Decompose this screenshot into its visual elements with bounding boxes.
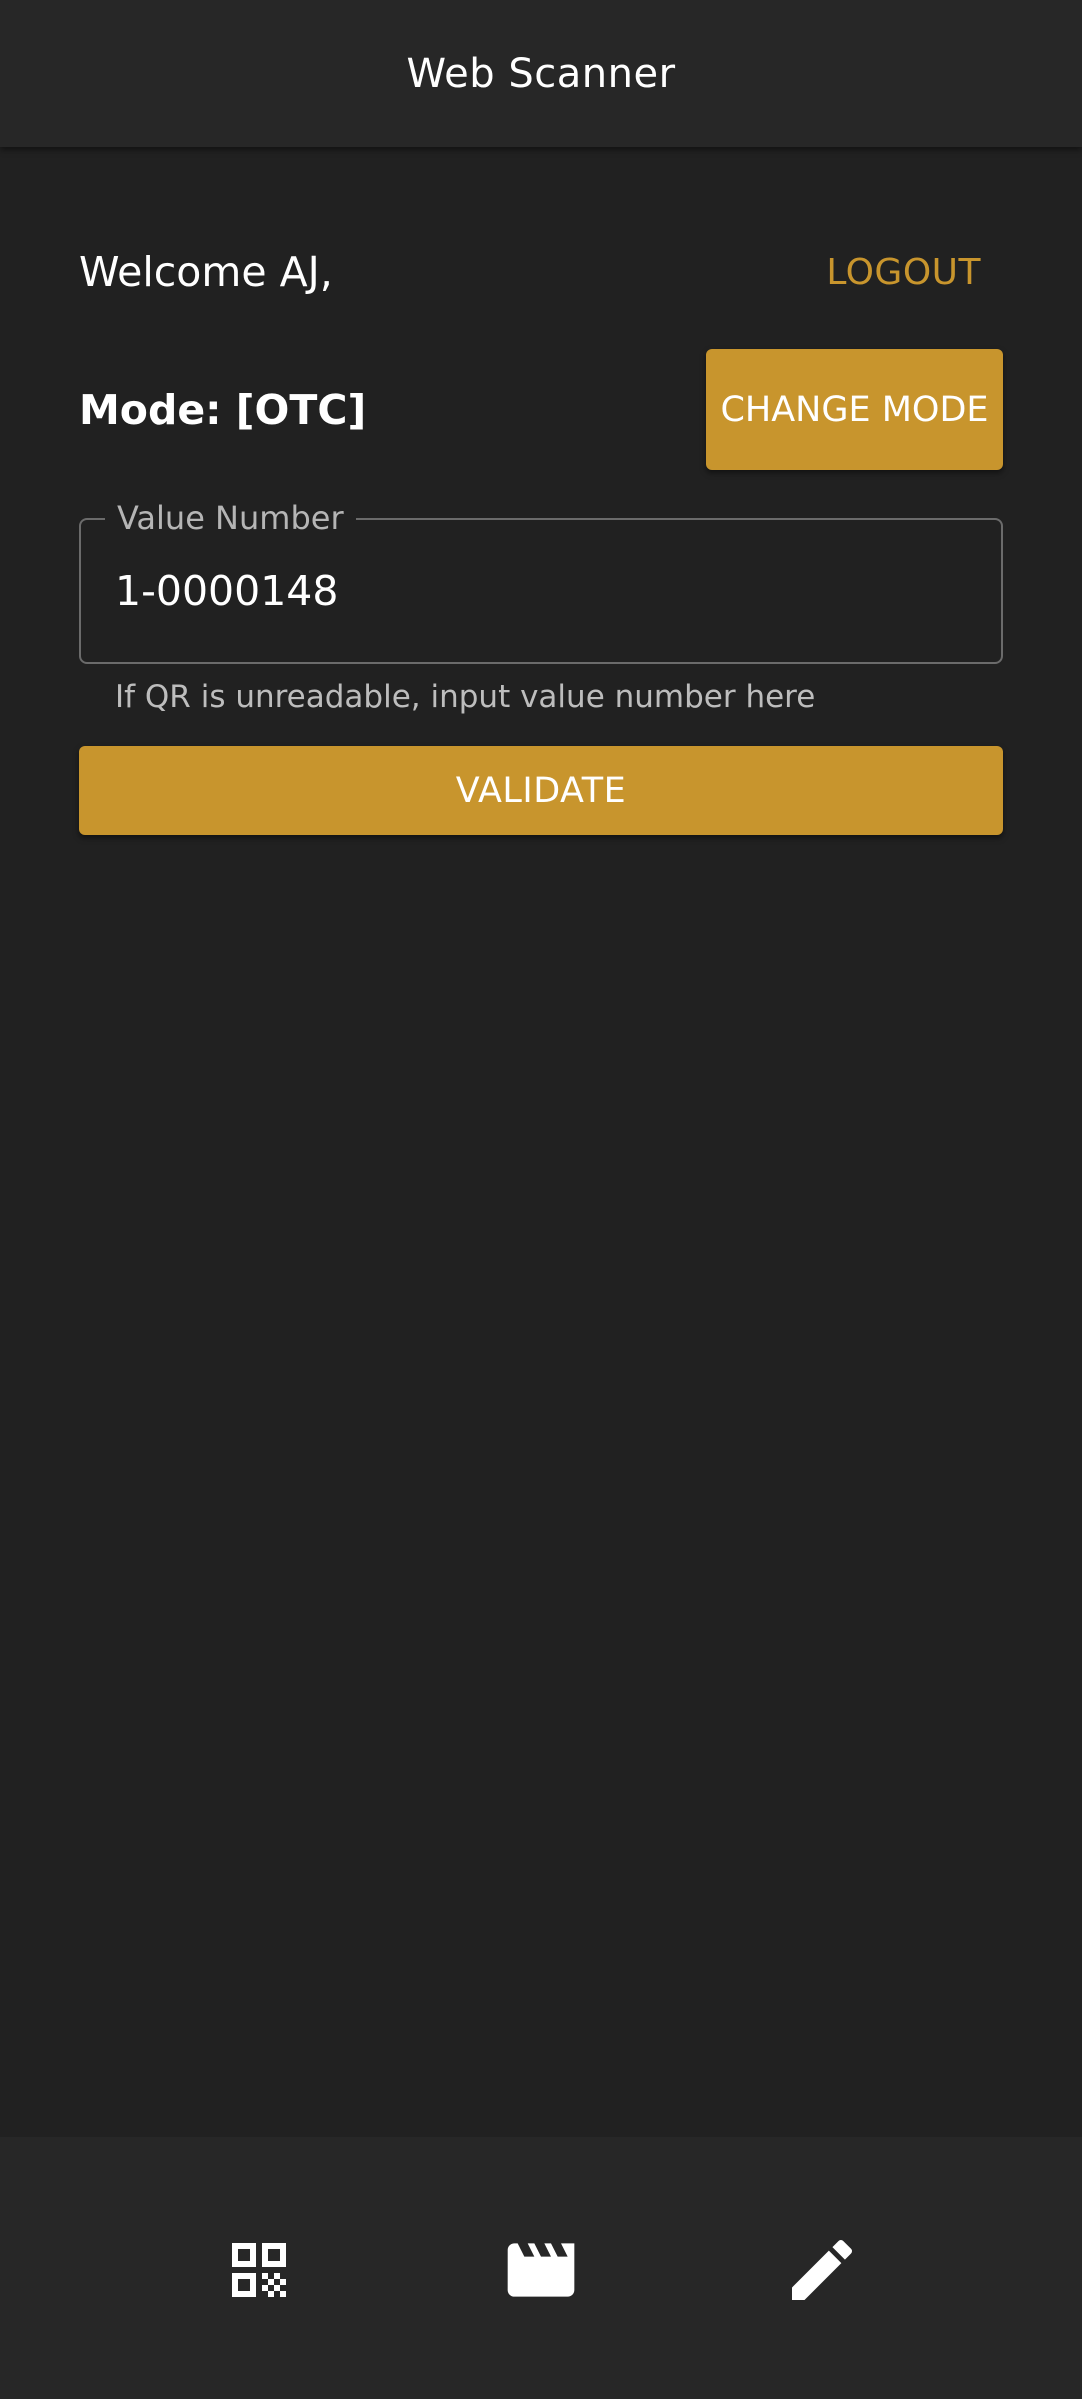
logout-button[interactable]: LOGOUT [804,244,1003,301]
validate-button[interactable]: VALIDATE [79,746,1003,835]
movie-clapper-icon [507,2243,575,2297]
welcome-row: Welcome AJ, LOGOUT [79,240,1003,304]
app-title: Web Scanner [406,50,676,97]
app-root: Web Scanner Welcome AJ, LOGOUT Mode: [OT… [0,0,1082,2399]
change-mode-button[interactable]: CHANGE MODE [706,349,1003,470]
value-number-input[interactable] [115,560,965,622]
bottom-navigation [0,2137,1082,2399]
value-number-helper-text: If QR is unreadable, input value number … [115,679,816,715]
pencil-edit-icon [792,2239,853,2300]
qr-code-icon [232,2243,286,2297]
nav-movies[interactable] [496,2225,586,2315]
nav-manual-entry[interactable] [777,2225,867,2315]
nav-scan-qr[interactable] [214,2225,304,2315]
value-number-label: Value Number [105,498,356,538]
app-bar: Web Scanner [0,0,1082,147]
welcome-text: Welcome AJ, [79,248,333,296]
value-number-field: Value Number [79,498,1003,664]
mode-row: Mode: [OTC] CHANGE MODE [79,349,1003,470]
mode-text: Mode: [OTC] [79,385,367,434]
